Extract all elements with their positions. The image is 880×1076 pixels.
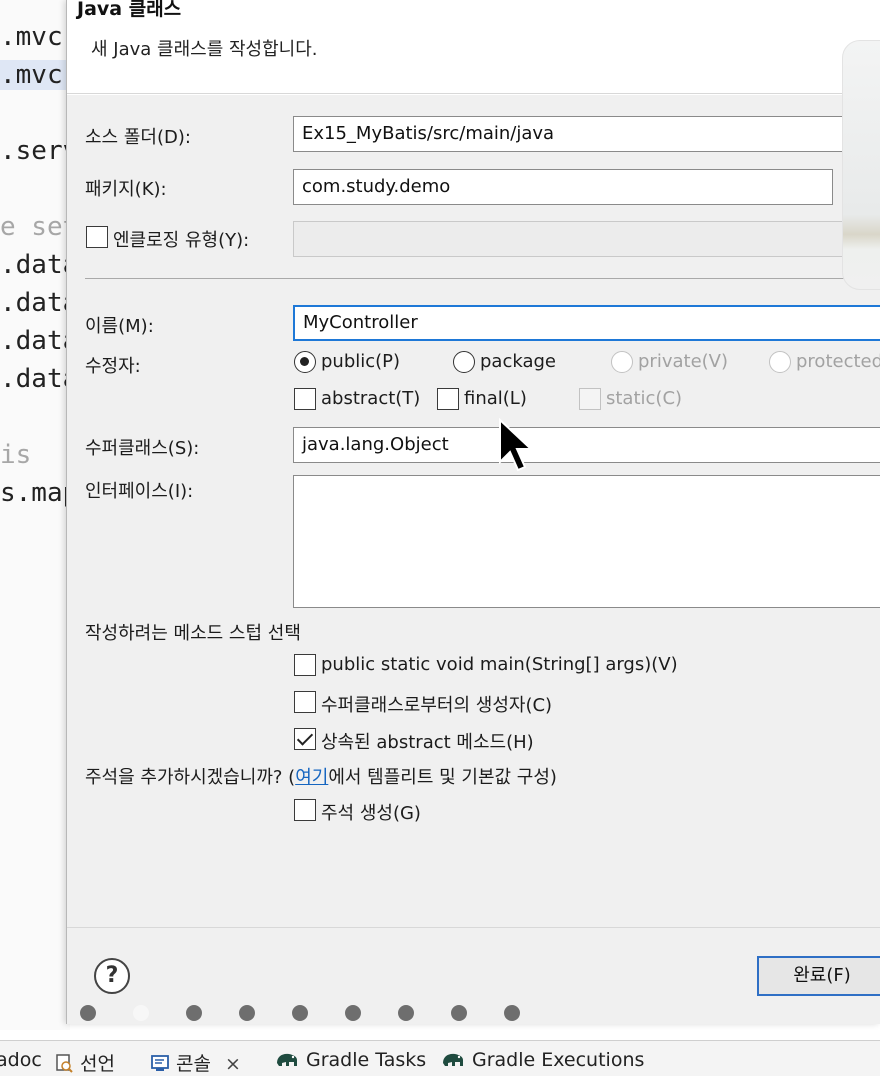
- code-line: is: [0, 440, 32, 470]
- tab-console[interactable]: 콘솔 ×: [150, 1049, 241, 1076]
- source-folder-label: 소스 폴더(D):: [85, 127, 191, 148]
- comments-suffix: 에서 템플리트 및 기본값 구성): [328, 767, 557, 788]
- code-editor-background: .mvc .mvc .serv e set .data .data .data …: [0, 0, 70, 1030]
- interfaces-label: 인터페이스(I):: [85, 481, 194, 502]
- name-field[interactable]: MyController: [293, 305, 880, 341]
- static-checkbox-label: static(C): [606, 388, 683, 409]
- overlay-dot: [398, 1005, 414, 1021]
- dialog-title: Java 클래스: [77, 0, 182, 20]
- private-radio: [611, 351, 633, 373]
- method-stubs-label: 작성하려는 메소드 스텁 선택: [85, 623, 301, 644]
- dialog-header: Java 클래스 새 Java 클래스를 작성합니다.: [67, 0, 880, 94]
- comments-question: 주석을 추가하시겠습니까? (여기에서 템플리트 및 기본값 구성): [85, 763, 557, 789]
- code-line: e set: [0, 212, 70, 242]
- code-line: .data: [0, 364, 70, 394]
- code-line: s.map: [0, 478, 70, 508]
- overlay-dot: [345, 1005, 361, 1021]
- name-label: 이름(M):: [85, 316, 154, 337]
- public-radio[interactable]: [294, 351, 316, 373]
- enclosing-type-field: [293, 221, 880, 257]
- tab-declaration-label: 선언: [80, 1053, 115, 1075]
- tab-gradle-executions-label: Gradle Executions: [472, 1049, 645, 1071]
- package-radio-label: package: [480, 351, 556, 372]
- modifiers-label: 수정자:: [85, 356, 141, 377]
- gradle-elephant-icon: [440, 1049, 466, 1074]
- tab-javadoc[interactable]: adoc: [0, 1049, 42, 1071]
- protected-radio-label: protected: [796, 351, 880, 372]
- constructors-checkbox[interactable]: [294, 691, 316, 713]
- wizard-banner-image: [842, 40, 880, 290]
- final-checkbox-label: final(L): [464, 388, 527, 409]
- enclosing-type-checkbox[interactable]: [86, 226, 108, 248]
- overlay-dot: [239, 1005, 255, 1021]
- tab-console-label: 콘솔: [176, 1053, 211, 1075]
- new-java-class-dialog: Java 클래스 새 Java 클래스를 작성합니다. 소스 폴더(D): Ex…: [66, 0, 880, 1024]
- code-line: .data: [0, 288, 70, 318]
- interfaces-list[interactable]: [293, 475, 880, 608]
- final-checkbox[interactable]: [437, 388, 459, 410]
- mouse-cursor-icon: [499, 418, 534, 472]
- code-line: .mvc: [0, 22, 63, 52]
- package-radio[interactable]: [453, 351, 475, 373]
- overlay-dot: [80, 1005, 96, 1021]
- enclosing-type-label: 엔클로징 유형(Y):: [113, 230, 250, 251]
- inherited-methods-label: 상속된 abstract 메소드(H): [321, 732, 534, 753]
- close-icon[interactable]: ×: [225, 1053, 241, 1075]
- generate-comments-checkbox[interactable]: [294, 799, 316, 821]
- protected-radio: [769, 351, 791, 373]
- code-line: .data: [0, 250, 70, 280]
- separator: [85, 278, 880, 279]
- help-icon[interactable]: ?: [94, 958, 130, 994]
- tab-gradle-tasks-label: Gradle Tasks: [306, 1049, 427, 1071]
- gradle-elephant-icon: [274, 1049, 300, 1074]
- overlay-dot: [133, 1005, 149, 1021]
- code-line: .serv: [0, 136, 70, 166]
- configure-templates-link[interactable]: 여기: [295, 767, 328, 788]
- code-line: .data: [0, 326, 70, 356]
- package-label: 패키지(K):: [85, 179, 167, 200]
- comments-prefix: 주석을 추가하시겠습니까? (: [85, 767, 296, 788]
- public-radio-label: public(P): [321, 351, 401, 372]
- tab-gradle-executions[interactable]: Gradle Executions: [440, 1049, 644, 1074]
- inherited-methods-checkbox[interactable]: [294, 728, 316, 750]
- superclass-field[interactable]: java.lang.Object: [293, 427, 880, 463]
- code-line: .mvc: [0, 60, 70, 90]
- static-checkbox: [579, 388, 601, 410]
- superclass-label: 수퍼클래스(S):: [85, 438, 200, 459]
- bottom-tab-bar: adoc 선언 콘솔 × Gradle Tasks Gradle Executi…: [0, 1040, 880, 1076]
- abstract-checkbox[interactable]: [294, 388, 316, 410]
- source-folder-field[interactable]: Ex15_MyBatis/src/main/java: [293, 116, 880, 152]
- console-icon: [150, 1053, 170, 1076]
- dialog-body: 소스 폴더(D): Ex15_MyBatis/src/main/java 패키지…: [67, 95, 880, 927]
- overlay-dot: [504, 1005, 520, 1021]
- main-method-label: public static void main(String[] args)(V…: [321, 654, 678, 675]
- tab-javadoc-label: adoc: [0, 1049, 42, 1071]
- private-radio-label: private(V): [638, 351, 728, 372]
- abstract-checkbox-label: abstract(T): [321, 388, 421, 409]
- constructors-label: 수퍼클래스로부터의 생성자(C): [321, 695, 553, 716]
- overlay-dot: [451, 1005, 467, 1021]
- overlay-dot: [186, 1005, 202, 1021]
- dialog-subtitle: 새 Java 클래스를 작성합니다.: [91, 39, 318, 60]
- finish-button[interactable]: 완료(F): [757, 956, 880, 996]
- video-overlay-dots: [80, 1005, 540, 1025]
- tab-gradle-tasks[interactable]: Gradle Tasks: [274, 1049, 426, 1074]
- generate-comments-label: 주석 생성(G): [321, 803, 421, 824]
- overlay-dot: [292, 1005, 308, 1021]
- main-method-checkbox[interactable]: [294, 654, 316, 676]
- tab-declaration[interactable]: 선언: [54, 1049, 115, 1076]
- package-field[interactable]: com.study.demo: [293, 169, 833, 205]
- declaration-icon: [54, 1053, 74, 1076]
